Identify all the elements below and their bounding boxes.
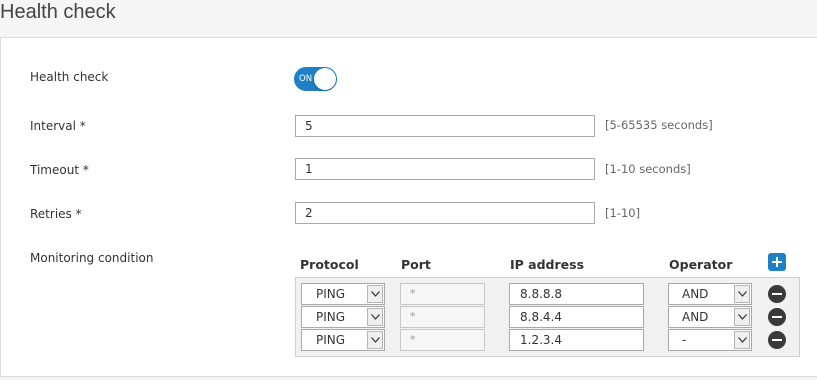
section-title: Health check bbox=[0, 1, 116, 23]
protocol-select[interactable]: PING bbox=[301, 306, 385, 328]
column-header-protocol: Protocol bbox=[300, 257, 359, 272]
operator-select[interactable]: AND bbox=[668, 283, 752, 305]
operator-select[interactable]: - bbox=[668, 329, 752, 351]
port-input: * bbox=[400, 283, 485, 305]
protocol-value: PING bbox=[316, 287, 346, 301]
interval-label: Interval * bbox=[30, 119, 86, 133]
protocol-select[interactable]: PING bbox=[301, 283, 385, 305]
timeout-hint: [1-10 seconds] bbox=[605, 162, 691, 176]
operator-value: - bbox=[682, 333, 687, 347]
chevron-down-icon bbox=[734, 331, 750, 349]
operator-select[interactable]: AND bbox=[668, 306, 752, 328]
operator-value: AND bbox=[682, 310, 709, 324]
health-check-panel: Health check ON Interval * [5-65535 seco… bbox=[0, 37, 817, 377]
health-check-toggle[interactable]: ON bbox=[294, 67, 337, 91]
chevron-down-icon bbox=[367, 285, 383, 303]
remove-condition-button[interactable] bbox=[768, 308, 786, 326]
timeout-input[interactable] bbox=[295, 158, 595, 180]
health-check-label: Health check bbox=[30, 70, 109, 84]
timeout-label: Timeout * bbox=[30, 163, 89, 177]
operator-value: AND bbox=[682, 287, 709, 301]
toggle-state-text: ON bbox=[299, 74, 313, 84]
port-input: * bbox=[400, 306, 485, 328]
interval-hint: [5-65535 seconds] bbox=[605, 118, 713, 132]
ip-address-input[interactable] bbox=[509, 329, 644, 351]
condition-row: PING * AND bbox=[296, 283, 799, 305]
remove-condition-button[interactable] bbox=[768, 331, 786, 349]
monitoring-condition-label: Monitoring condition bbox=[30, 251, 154, 265]
protocol-value: PING bbox=[316, 310, 346, 324]
toggle-knob bbox=[314, 68, 336, 90]
condition-row: PING * AND bbox=[296, 306, 799, 328]
condition-row: PING * - bbox=[296, 329, 799, 351]
retries-input[interactable] bbox=[295, 202, 595, 224]
column-header-port: Port bbox=[401, 257, 431, 272]
chevron-down-icon bbox=[367, 331, 383, 349]
column-header-ip-address: IP address bbox=[510, 257, 585, 272]
ip-address-input[interactable] bbox=[509, 283, 644, 305]
chevron-down-icon bbox=[734, 285, 750, 303]
protocol-select[interactable]: PING bbox=[301, 329, 385, 351]
remove-condition-button[interactable] bbox=[768, 285, 786, 303]
chevron-down-icon bbox=[367, 308, 383, 326]
ip-address-input[interactable] bbox=[509, 306, 644, 328]
add-condition-button[interactable] bbox=[768, 253, 786, 271]
retries-hint: [1-10] bbox=[605, 206, 641, 220]
chevron-down-icon bbox=[734, 308, 750, 326]
monitoring-conditions-table: PING * AND PING * AND bbox=[295, 277, 800, 357]
retries-label: Retries * bbox=[30, 207, 82, 221]
port-input: * bbox=[400, 329, 485, 351]
protocol-value: PING bbox=[316, 333, 346, 347]
interval-input[interactable] bbox=[295, 115, 595, 137]
column-header-operator: Operator bbox=[669, 257, 733, 272]
